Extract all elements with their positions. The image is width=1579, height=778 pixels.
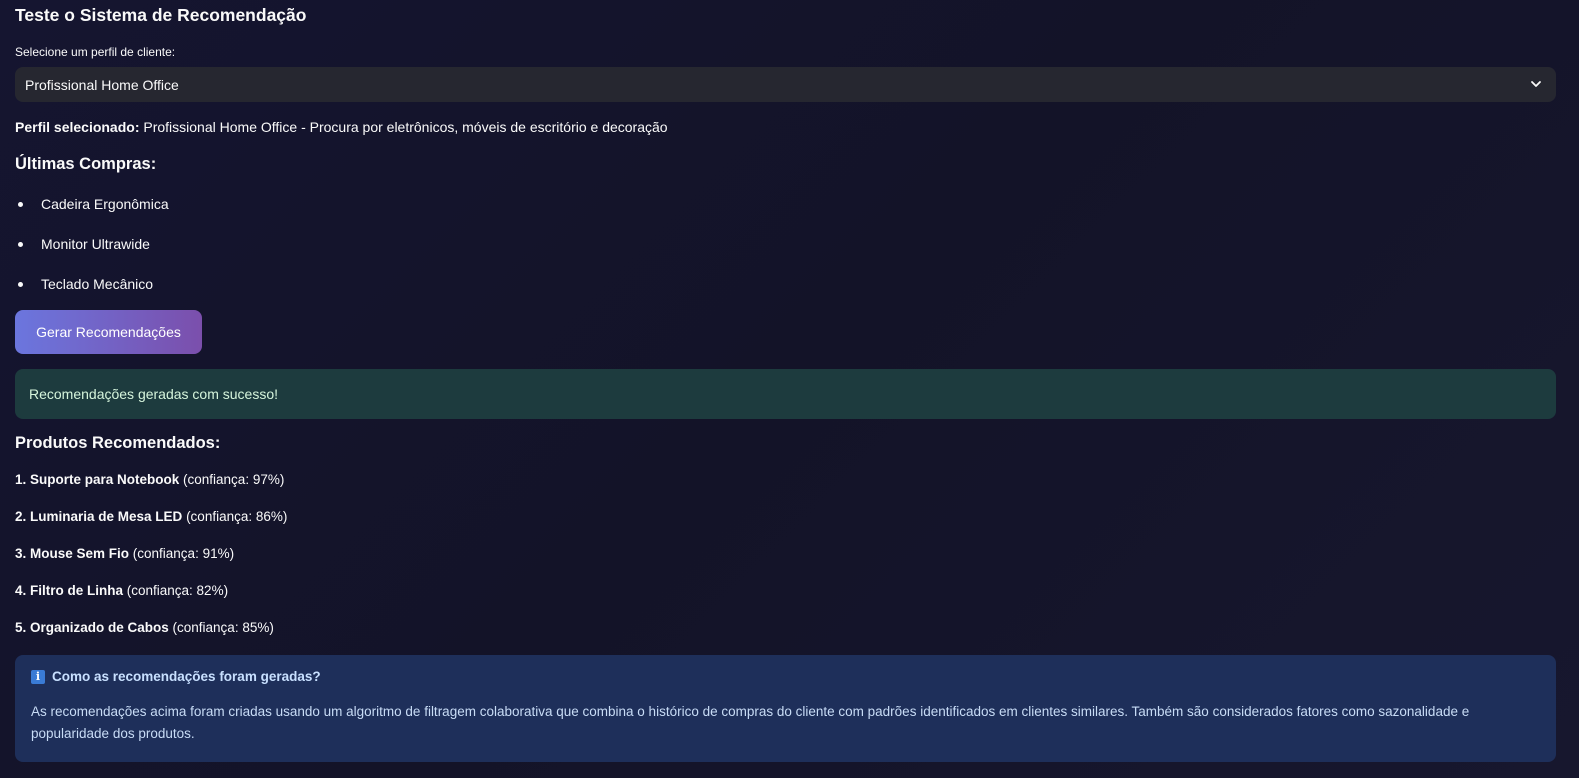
list-item: 2. Luminaria de Mesa LED (confiança: 86%… (15, 509, 287, 546)
rec-product-name: 1. Suporte para Notebook (15, 472, 180, 487)
rec-confidence: (confiança: 85%) (168, 620, 274, 635)
info-icon: i (31, 669, 45, 684)
list-item: Cadeira Ergonômica (15, 195, 169, 235)
selected-profile-prefix: Perfil selecionado: (15, 119, 140, 135)
info-title-row: i Como as recomendações foram geradas? (31, 669, 1542, 684)
rec-product-name: 2. Luminaria de Mesa LED (15, 509, 183, 524)
rec-confidence: (confiança: 86%) (182, 509, 288, 524)
purchases-heading: Últimas Compras: (15, 155, 157, 173)
rec-confidence: (confiança: 82%) (123, 583, 229, 598)
rec-confidence: (confiança: 91%) (129, 546, 235, 561)
purchase-item-label: Teclado Mecânico (41, 276, 154, 292)
rec-confidence: (confiança: 97%) (179, 472, 285, 487)
list-item: 3. Mouse Sem Fio (confiança: 91%) (15, 546, 287, 583)
profile-select-value: Profissional Home Office (25, 76, 179, 93)
rec-product-name: 3. Mouse Sem Fio (15, 546, 130, 561)
list-item: Monitor Ultrawide (15, 235, 169, 275)
success-alert: Recomendações geradas com sucesso! (15, 369, 1556, 419)
rec-product-name: 5. Organizado de Cabos (15, 620, 169, 635)
profile-select[interactable]: Profissional Home Office (15, 67, 1556, 102)
list-item: 1. Suporte para Notebook (confiança: 97%… (15, 472, 287, 509)
purchase-item-label: Monitor Ultrawide (41, 236, 150, 252)
list-item: 5. Organizado de Cabos (confiança: 85%) (15, 620, 287, 657)
bullet-icon (18, 282, 23, 287)
selected-profile-description: Profissional Home Office - Procura por e… (139, 119, 668, 135)
list-item: 4. Filtro de Linha (confiança: 82%) (15, 583, 287, 620)
chevron-down-icon[interactable] (1530, 78, 1542, 90)
section-title: Teste o Sistema de Recomendação (15, 5, 307, 25)
info-body: As recomendações acima foram criadas usa… (31, 704, 1470, 741)
recommendations-heading: Produtos Recomendados: (15, 434, 221, 452)
purchase-item-label: Cadeira Ergonômica (41, 196, 169, 212)
generate-recommendations-button[interactable]: Gerar Recomendações (15, 310, 202, 354)
info-box: i Como as recomendações foram geradas? A… (15, 655, 1556, 762)
rec-product-name: 4. Filtro de Linha (15, 583, 124, 598)
success-message: Recomendações geradas com sucesso! (29, 386, 279, 402)
bullet-icon (18, 242, 23, 247)
selected-profile-text: Perfil selecionado: Profissional Home Of… (15, 119, 668, 135)
profile-select-label: Selecione um perfil de cliente: (15, 45, 176, 59)
recommendations-list: 1. Suporte para Notebook (confiança: 97%… (15, 472, 287, 657)
list-item: Teclado Mecânico (15, 275, 169, 315)
bullet-icon (18, 202, 23, 207)
info-title: Como as recomendações foram geradas? (52, 669, 321, 684)
purchases-list: Cadeira Ergonômica Monitor Ultrawide Tec… (15, 195, 169, 315)
